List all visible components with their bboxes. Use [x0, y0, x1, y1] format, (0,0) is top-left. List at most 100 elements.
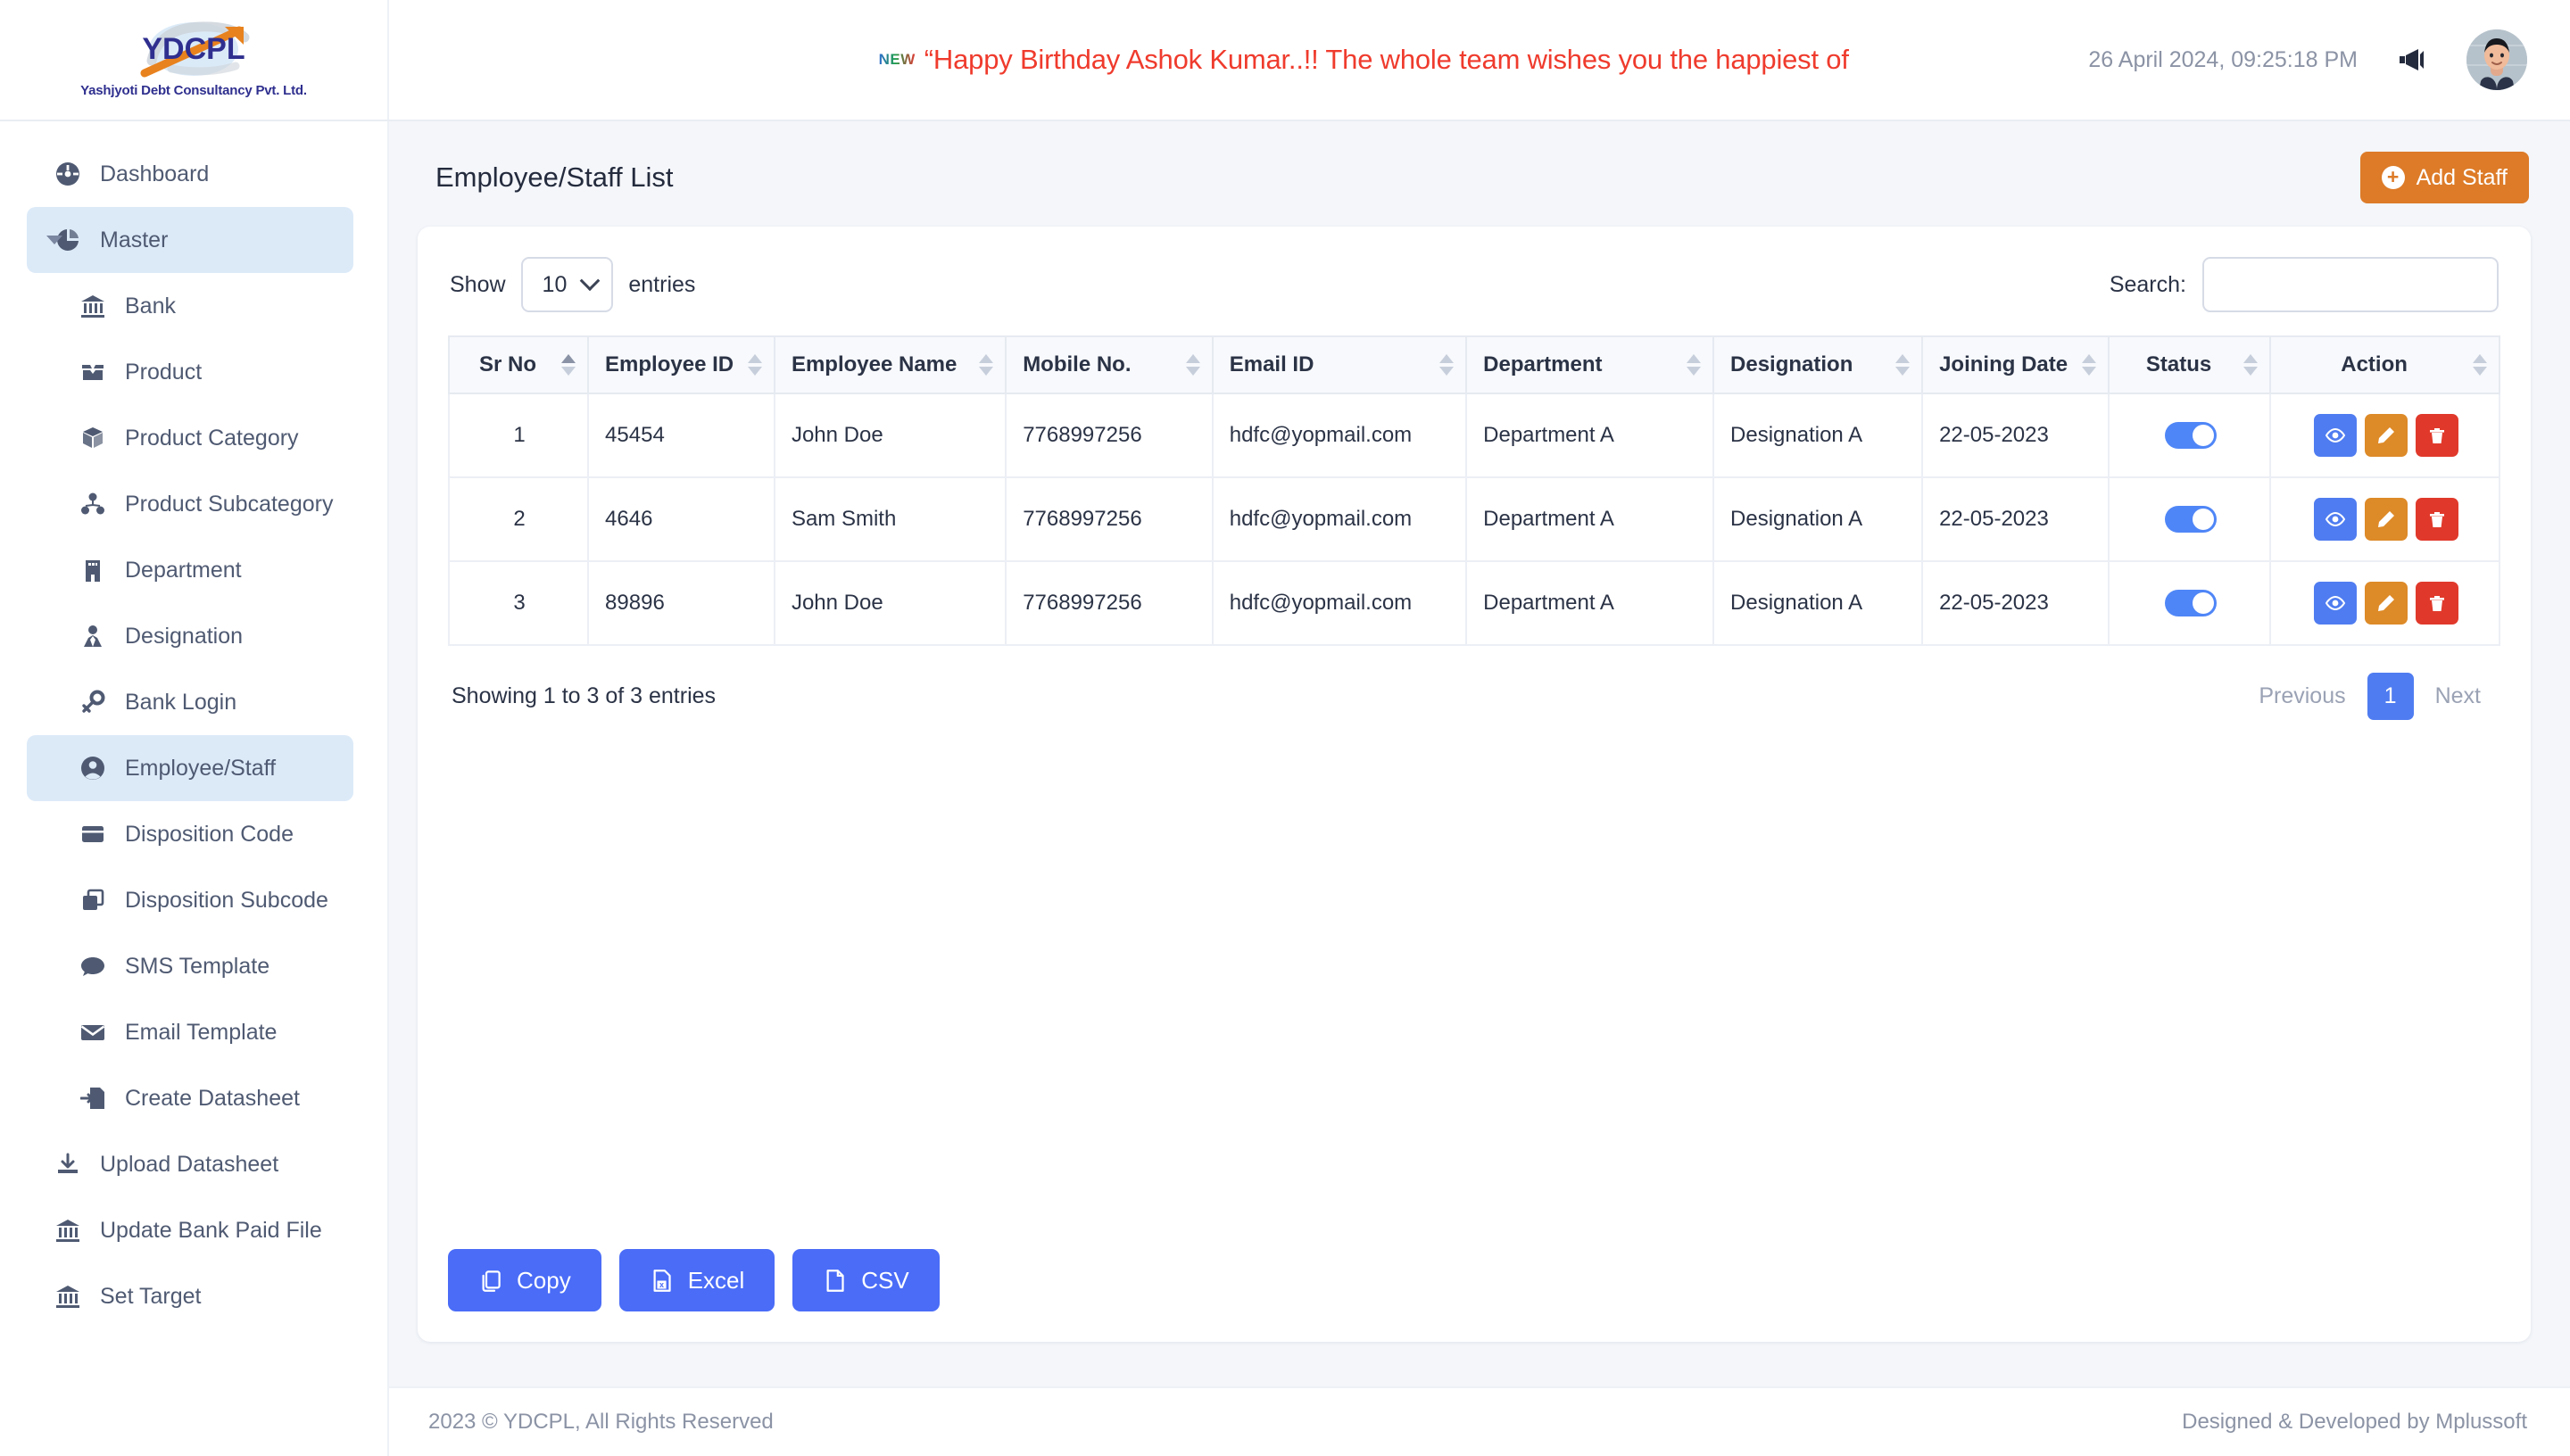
view-button[interactable]: [2313, 582, 2357, 625]
cell-department: Department A: [1465, 476, 1715, 562]
table-head: Sr No Employee ID Employee Name Mobile N…: [447, 335, 2500, 394]
bank-icon: [54, 1218, 82, 1243]
sidebar-item-email-template[interactable]: Email Template: [27, 999, 353, 1065]
col-sr-no[interactable]: Sr No: [447, 335, 590, 394]
sidebar-item-dashboard[interactable]: Dashboard: [27, 141, 353, 207]
search-control: Search:: [2110, 257, 2499, 312]
add-staff-label: Add Staff: [2416, 164, 2508, 190]
sidebar-item-product-subcategory[interactable]: Product Subcategory: [27, 471, 353, 537]
col-action[interactable]: Action: [2269, 335, 2500, 394]
page-header: Employee/Staff List + Add Staff: [418, 146, 2531, 227]
sidebar-item-label: Designation: [125, 623, 244, 649]
edit-button[interactable]: [2364, 414, 2408, 457]
plus-icon: +: [2381, 166, 2405, 189]
table-footer: Showing 1 to 3 of 3 entries Previous 1 N…: [448, 646, 2500, 720]
sidebar-item-product[interactable]: Product: [27, 339, 353, 405]
cell-email-id: hdfc@yopmail.com: [1211, 393, 1468, 478]
edit-button[interactable]: [2364, 498, 2408, 541]
sidebar-item-label: Product Subcategory: [125, 491, 334, 517]
cell-action: [2269, 560, 2500, 646]
open-box-icon: [79, 360, 107, 385]
sidebar-item-bank-login[interactable]: Bank Login: [27, 669, 353, 735]
sidebar-item-label: Disposition Subcode: [125, 887, 328, 913]
col-status[interactable]: Status: [2107, 335, 2272, 394]
col-designation[interactable]: Designation: [1712, 335, 1924, 394]
col-department[interactable]: Department: [1465, 335, 1715, 394]
cell-action: [2269, 393, 2500, 478]
sidebar-item-label: Department: [125, 557, 242, 583]
sidebar-item-employee-staff[interactable]: Employee/Staff: [27, 735, 353, 801]
cell-joining-date: 22-05-2023: [1921, 393, 2110, 478]
col-label: Email ID: [1229, 352, 1314, 376]
col-employee-id[interactable]: Employee ID: [587, 335, 775, 394]
pagination-next[interactable]: Next: [2419, 673, 2497, 720]
bullhorn-icon[interactable]: [2397, 46, 2427, 73]
cell-mobile-no: 7768997256: [1005, 393, 1214, 478]
page-footer: 2023 © YDCPL, All Rights Reserved Design…: [389, 1386, 2570, 1456]
show-label: Show: [450, 271, 506, 297]
cell-employee-id: 89896: [587, 560, 775, 646]
table-header-row: Sr No Employee ID Employee Name Mobile N…: [447, 335, 2500, 394]
employee-list-card: Show 10 entries Search: Sr No Employee I…: [418, 227, 2531, 1342]
col-label: Joining Date: [1939, 352, 2068, 376]
sidebar-item-product-category[interactable]: Product Category: [27, 405, 353, 471]
sidebar-item-upload-datasheet[interactable]: Upload Datasheet: [27, 1131, 353, 1197]
copy-button[interactable]: Copy: [448, 1249, 601, 1311]
marquee-text: “Happy Birthday Ashok Kumar..!! The whol…: [924, 44, 1849, 75]
sidebar-item-disposition-code[interactable]: Disposition Code: [27, 801, 353, 867]
ydcpl-logo-icon: YDCPL: [140, 21, 250, 78]
sidebar-item-designation[interactable]: Designation: [27, 603, 353, 669]
page-size-select[interactable]: 10: [520, 257, 614, 312]
sidebar-item-create-datasheet[interactable]: Create Datasheet: [27, 1065, 353, 1131]
sidebar-item-master[interactable]: Master: [27, 207, 353, 273]
status-toggle[interactable]: [2164, 422, 2217, 449]
pencil-icon: [2377, 427, 2394, 443]
sidebar-item-label: Employee/Staff: [125, 755, 277, 781]
add-staff-button[interactable]: + Add Staff: [2359, 152, 2529, 203]
sidebar-item-department[interactable]: Department: [27, 537, 353, 603]
export-buttons: Copy x Excel CSV: [448, 1231, 2500, 1311]
sidebar-item-disposition-subcode[interactable]: Disposition Subcode: [27, 867, 353, 933]
pagination-previous[interactable]: Previous: [2243, 673, 2361, 720]
trash-icon: [2429, 596, 2444, 611]
eye-icon: [2325, 427, 2345, 443]
logo-wordmark: YDCPL: [142, 32, 245, 66]
sidebar-item-update-bank-paid-file[interactable]: Update Bank Paid File: [27, 1197, 353, 1263]
sidebar-item-sms-template[interactable]: SMS Template: [27, 933, 353, 999]
sort-icon: [2473, 354, 2487, 376]
sort-icon: [979, 354, 994, 376]
edit-button[interactable]: [2364, 582, 2408, 625]
col-label: Department: [1483, 352, 1603, 376]
avatar[interactable]: [2466, 29, 2527, 90]
app-root: YDCPL Yashjyoti Debt Consultancy Pvt. Lt…: [0, 0, 2570, 1456]
cell-designation: Designation A: [1712, 560, 1924, 646]
sort-icon: [747, 354, 762, 376]
eye-icon: [2325, 595, 2345, 611]
status-toggle[interactable]: [2164, 506, 2217, 533]
csv-button[interactable]: CSV: [792, 1249, 940, 1311]
announcement-marquee: NEW “Happy Birthday Ashok Kumar..!! The …: [389, 0, 2070, 120]
view-button[interactable]: [2313, 414, 2357, 457]
sidebar-item-set-target[interactable]: Set Target: [27, 1263, 353, 1329]
col-mobile-no[interactable]: Mobile No.: [1005, 335, 1214, 394]
col-joining-date[interactable]: Joining Date: [1921, 335, 2110, 394]
col-label: Status: [2145, 352, 2212, 376]
delete-button[interactable]: [2415, 582, 2458, 625]
status-toggle[interactable]: [2164, 590, 2217, 616]
sidebar-item-label: Create Datasheet: [125, 1085, 300, 1111]
sidebar-item-label: Bank: [125, 293, 176, 318]
col-employee-name[interactable]: Employee Name: [773, 335, 1007, 394]
delete-button[interactable]: [2415, 414, 2458, 457]
footer-copyright: 2023 © YDCPL, All Rights Reserved: [428, 1410, 774, 1434]
copy-icon: [482, 1270, 501, 1292]
pencil-icon: [2377, 511, 2394, 527]
pagination-page-1[interactable]: 1: [2367, 673, 2414, 720]
delete-button[interactable]: [2415, 498, 2458, 541]
excel-button[interactable]: x Excel: [618, 1249, 775, 1311]
brand-logo[interactable]: YDCPL Yashjyoti Debt Consultancy Pvt. Lt…: [0, 0, 389, 120]
row-actions: [2287, 498, 2484, 541]
sidebar-item-bank[interactable]: Bank: [27, 273, 353, 339]
view-button[interactable]: [2313, 498, 2357, 541]
search-input[interactable]: [2202, 257, 2499, 312]
col-email-id[interactable]: Email ID: [1211, 335, 1468, 394]
